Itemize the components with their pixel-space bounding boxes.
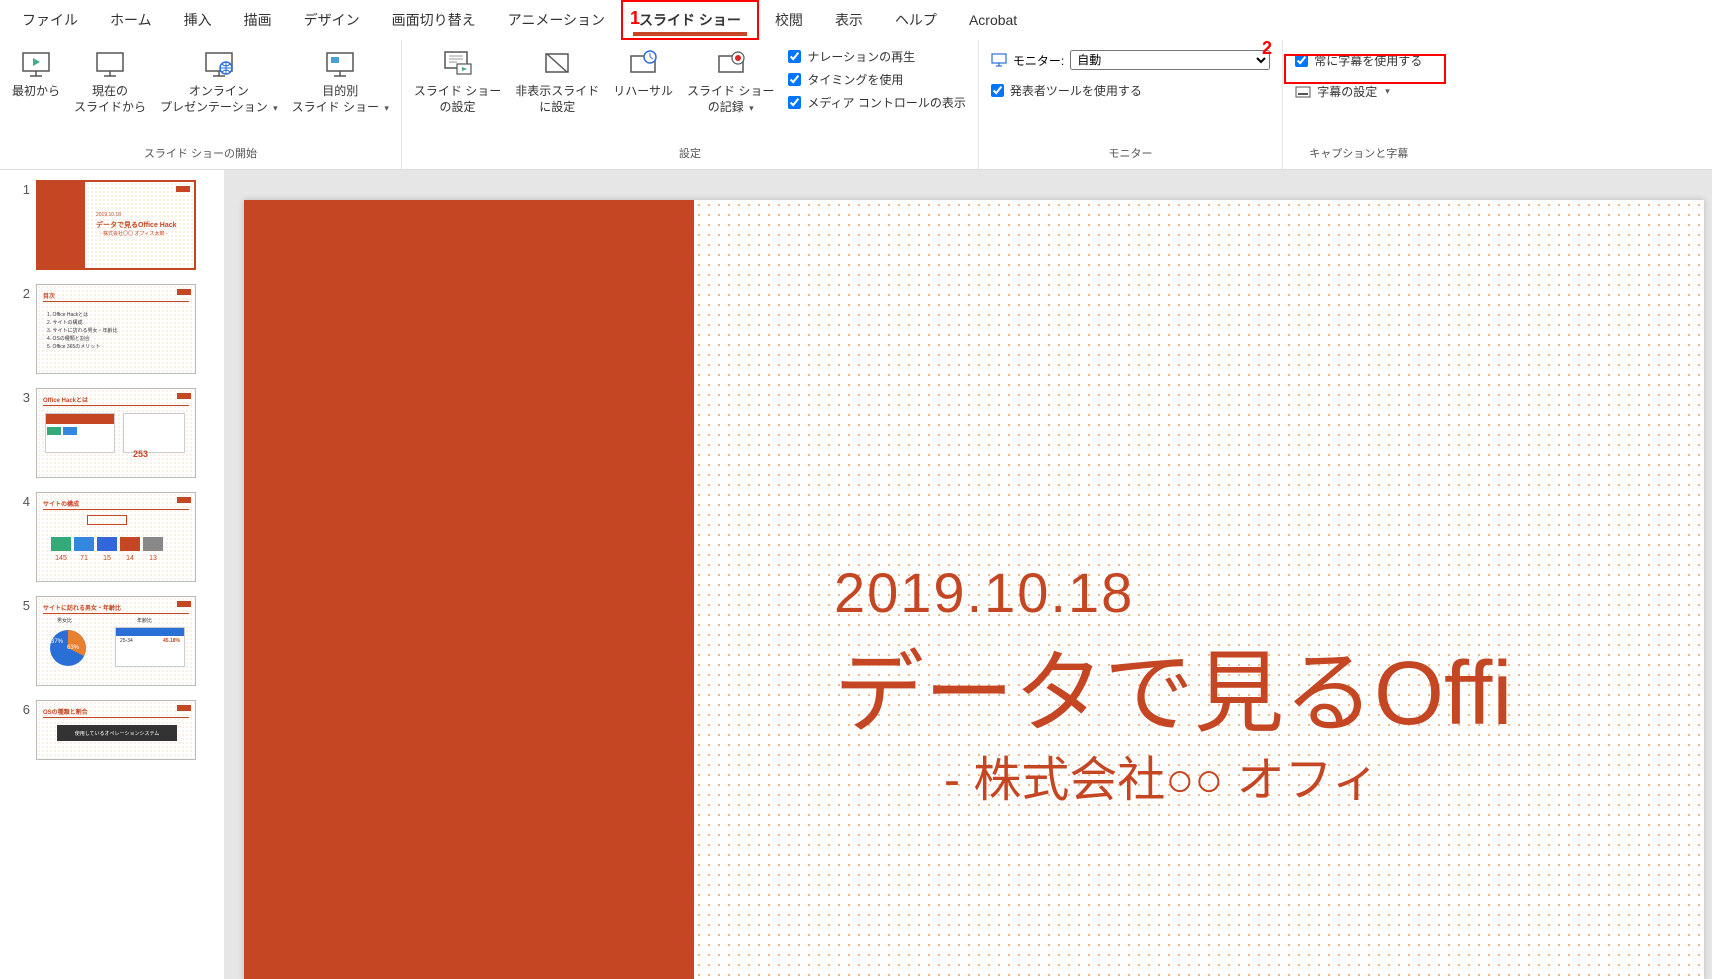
custom-slideshow-button[interactable]: 目的別 スライド ショー ▾ xyxy=(286,44,395,119)
group-captions: 常に字幕を使用する 字幕の設定 ▾ キャプションと字幕 xyxy=(1283,40,1434,169)
group-label-setup: 設定 xyxy=(679,143,701,165)
always-subtitles-checkbox[interactable]: 常に字幕を使用する xyxy=(1295,50,1422,71)
thumb-row-5[interactable]: 5 サイトに訪れる男女・年齢比 男女比 年齢比 37% 63% 25-3445.… xyxy=(0,596,224,686)
thumb-number: 3 xyxy=(16,388,30,405)
thumb-row-2[interactable]: 2 目次 1. Office Hackとは 2. サイトの構成 3. サイトに訪… xyxy=(0,284,224,374)
group-label-captions: キャプションと字幕 xyxy=(1309,143,1408,165)
setup-slideshow-button[interactable]: スライド ショー の設定 xyxy=(408,44,507,119)
slide-date-text[interactable]: 2019.10.18 xyxy=(834,560,1134,625)
checkbox-icon[interactable] xyxy=(1295,54,1308,67)
record-slideshow-label: スライド ショー の記録 ▾ xyxy=(687,84,774,115)
monitor-icon xyxy=(991,52,1007,68)
slide-thumbnail-panel[interactable]: 1 2019.10.18 データで見るOffice Hack - 株式会社〇〇 … xyxy=(0,170,224,979)
slide-accent-block xyxy=(244,200,694,979)
tab-view[interactable]: 表示 xyxy=(819,2,879,38)
slide-thumbnail-2[interactable]: 目次 1. Office Hackとは 2. サイトの構成 3. サイトに訪れる… xyxy=(36,284,196,374)
from-current-label: 現在の スライドから xyxy=(74,84,146,115)
chevron-down-icon: ▾ xyxy=(384,103,389,113)
thumb-number: 6 xyxy=(16,700,30,717)
setup-slideshow-label: スライド ショー の設定 xyxy=(414,84,501,115)
tab-animations[interactable]: アニメーション xyxy=(492,2,621,38)
chevron-down-icon: ▾ xyxy=(1385,86,1390,97)
slide-thumbnail-1[interactable]: 2019.10.18 データで見るOffice Hack - 株式会社〇〇 オフ… xyxy=(36,180,196,270)
tab-insert[interactable]: 挿入 xyxy=(168,2,228,38)
tab-draw[interactable]: 描画 xyxy=(228,2,288,38)
thumb-row-1[interactable]: 1 2019.10.18 データで見るOffice Hack - 株式会社〇〇 … xyxy=(0,180,224,270)
tab-design[interactable]: デザイン xyxy=(288,2,376,38)
chevron-down-icon: ▾ xyxy=(273,103,278,113)
online-presentation-icon xyxy=(203,48,235,80)
thumb-row-4[interactable]: 4 サイトの構成 145 71 15 14 xyxy=(0,492,224,582)
custom-slideshow-label: 目的別 スライド ショー ▾ xyxy=(292,84,389,115)
workspace: 1 2019.10.18 データで見るOffice Hack - 株式会社〇〇 … xyxy=(0,170,1712,979)
subtitle-settings-icon xyxy=(1295,84,1311,100)
hide-slide-icon xyxy=(541,48,573,80)
thumb-number: 2 xyxy=(16,284,30,301)
from-current-button[interactable]: 現在の スライドから xyxy=(68,44,152,119)
tab-review[interactable]: 校閲 xyxy=(759,2,819,38)
monitor-label: モニター: xyxy=(1013,52,1064,69)
ribbon-tabbar: ファイル ホーム 挿入 描画 デザイン 画面切り替え アニメーション スライド … xyxy=(0,0,1712,40)
tab-help[interactable]: ヘルプ xyxy=(879,2,953,38)
annotation-1: 1 xyxy=(630,8,640,29)
group-start-slideshow: 最初から 現在の スライドから オンライン プレゼンテーション ▾ 目的別 スラ… xyxy=(0,40,402,169)
slide-thumbnail-6[interactable]: OSの種類と割合 使用しているオペレーションシステム xyxy=(36,700,196,760)
setup-checkboxes: ナレーションの再生 タイミングを使用 メディア コントロールの表示 xyxy=(782,44,972,115)
thumb-number: 4 xyxy=(16,492,30,509)
record-icon xyxy=(715,48,747,80)
record-slideshow-button[interactable]: スライド ショー の記録 ▾ xyxy=(681,44,780,119)
play-current-icon xyxy=(94,48,126,80)
checkbox-icon[interactable] xyxy=(788,96,801,109)
group-label-start: スライド ショーの開始 xyxy=(144,143,257,165)
play-slide-icon xyxy=(20,48,52,80)
checkbox-icon[interactable] xyxy=(788,50,801,63)
from-beginning-button[interactable]: 最初から xyxy=(6,44,66,104)
rehearse-label: リハーサル xyxy=(613,84,673,100)
rehearse-button[interactable]: リハーサル xyxy=(607,44,679,104)
checkbox-icon[interactable] xyxy=(788,73,801,86)
online-presentation-button[interactable]: オンライン プレゼンテーション ▾ xyxy=(154,44,284,119)
thumb-row-6[interactable]: 6 OSの種類と割合 使用しているオペレーションシステム xyxy=(0,700,224,760)
thumb-number: 5 xyxy=(16,596,30,613)
thumb-row-3[interactable]: 3 Office Hackとは 253 xyxy=(0,388,224,478)
slide-thumbnail-3[interactable]: Office Hackとは 253 xyxy=(36,388,196,478)
custom-slideshow-icon xyxy=(324,48,356,80)
group-monitors: モニター: 自動 発表者ツールを使用する モニター xyxy=(979,40,1283,169)
tab-home[interactable]: ホーム xyxy=(94,2,168,38)
monitor-select[interactable]: 自動 xyxy=(1070,50,1270,70)
rehearse-icon xyxy=(627,48,659,80)
from-beginning-label: 最初から xyxy=(12,84,60,100)
tab-slideshow[interactable]: スライド ショー xyxy=(621,0,759,40)
chevron-down-icon: ▾ xyxy=(749,103,754,113)
subtitle-settings-button[interactable]: 字幕の設定 ▾ xyxy=(1295,81,1422,102)
use-timings-checkbox[interactable]: タイミングを使用 xyxy=(788,69,966,90)
slide-subtitle-text[interactable]: - 株式会社○○ オフィ xyxy=(944,740,1380,810)
slide-thumbnail-5[interactable]: サイトに訪れる男女・年齢比 男女比 年齢比 37% 63% 25-3445.18… xyxy=(36,596,196,686)
hide-slide-label: 非表示スライド に設定 xyxy=(515,84,599,115)
tab-transitions[interactable]: 画面切り替え xyxy=(376,2,492,38)
checkbox-icon[interactable] xyxy=(991,84,1004,97)
slide-main[interactable]: 2019.10.18 データで見るOffi - 株式会社○○ オフィ xyxy=(244,200,1704,979)
hide-slide-button[interactable]: 非表示スライド に設定 xyxy=(509,44,605,119)
ribbon: 最初から 現在の スライドから オンライン プレゼンテーション ▾ 目的別 スラ… xyxy=(0,40,1712,170)
play-narrations-checkbox[interactable]: ナレーションの再生 xyxy=(788,46,966,67)
tab-file[interactable]: ファイル xyxy=(6,2,94,38)
group-setup: スライド ショー の設定 非表示スライド に設定 リハーサル スライド ショー … xyxy=(402,40,979,169)
monitor-row: モニター: 自動 xyxy=(991,50,1270,70)
presenter-view-checkbox[interactable]: 発表者ツールを使用する xyxy=(991,80,1270,101)
online-presentation-label: オンライン プレゼンテーション ▾ xyxy=(160,84,278,115)
slide-title-text[interactable]: データで見るOffi xyxy=(834,620,1512,750)
slide-thumbnail-4[interactable]: サイトの構成 145 71 15 14 13 xyxy=(36,492,196,582)
group-label-monitors: モニター xyxy=(1109,143,1153,165)
thumb-number: 1 xyxy=(16,180,30,197)
tab-acrobat[interactable]: Acrobat xyxy=(953,4,1033,36)
annotation-2: 2 xyxy=(1262,38,1272,59)
slide-canvas-area[interactable]: 2019.10.18 データで見るOffi - 株式会社○○ オフィ xyxy=(224,170,1712,979)
media-controls-checkbox[interactable]: メディア コントロールの表示 xyxy=(788,92,966,113)
setup-slideshow-icon xyxy=(442,48,474,80)
